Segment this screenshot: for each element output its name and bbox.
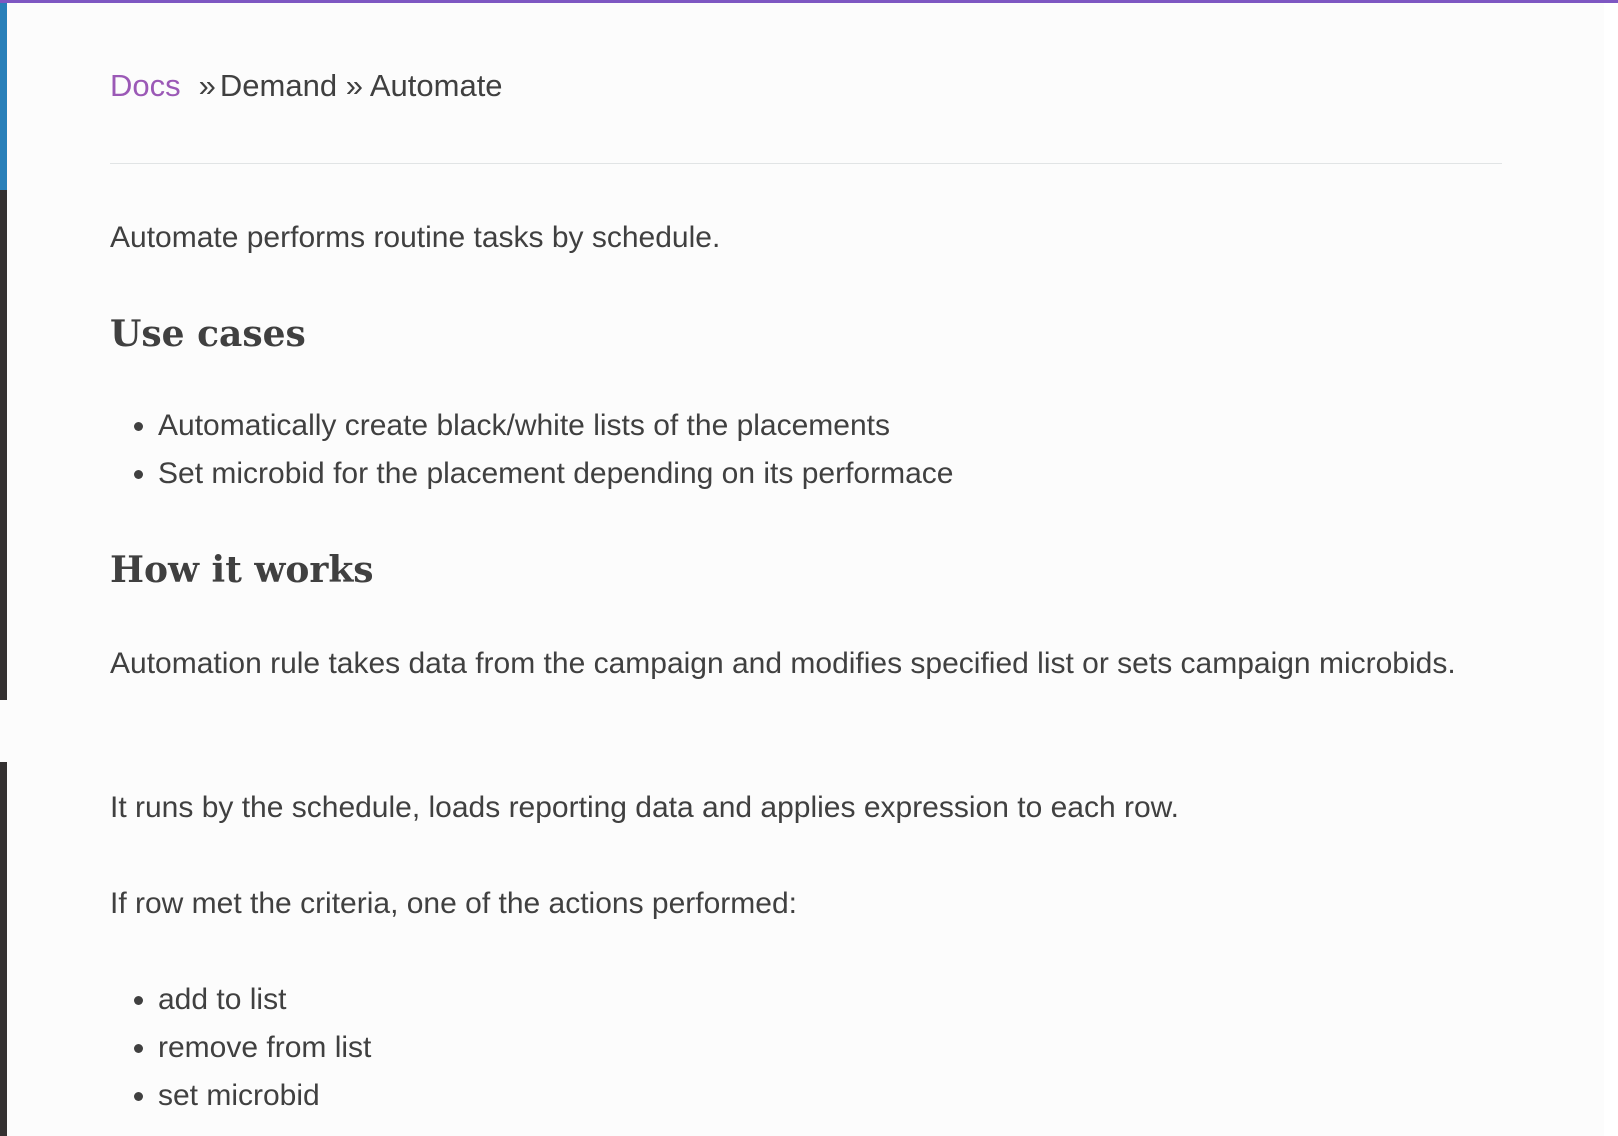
section-heading-use-cases: Use cases [110, 313, 306, 355]
scrollbar-track[interactable] [1604, 3, 1618, 1136]
list-item: Automatically create black/white lists o… [158, 402, 953, 450]
top-accent-bar [0, 0, 1618, 3]
breadcrumb-item-demand: Demand [219, 68, 338, 103]
breadcrumb-separator: » [198, 68, 216, 103]
list-item: Set microbid for the placement depending… [158, 450, 953, 498]
header-divider [110, 163, 1502, 164]
list-item: remove from list [158, 1024, 371, 1072]
intro-paragraph: Automate performs routine tasks by sched… [110, 221, 721, 254]
how-it-works-paragraph-2: It runs by the schedule, loads reporting… [110, 791, 1179, 824]
breadcrumb-separator: » [345, 68, 363, 103]
how-it-works-paragraph-3: If row met the criteria, one of the acti… [110, 887, 797, 920]
section-heading-how-it-works: How it works [110, 549, 374, 591]
how-it-works-paragraph-1: Automation rule takes data from the camp… [110, 647, 1456, 680]
list-item: set microbid [158, 1072, 371, 1120]
breadcrumb-item-automate: Automate [369, 68, 503, 103]
list-item: add to list [158, 976, 371, 1024]
breadcrumb: Docs » Demand » Automate [110, 64, 503, 108]
sidebar-edge [0, 190, 7, 700]
actions-list: add to list remove from list set microbi… [110, 976, 371, 1120]
sidebar-edge-lower [0, 762, 7, 1136]
use-cases-list: Automatically create black/white lists o… [110, 402, 953, 498]
breadcrumb-docs-link[interactable]: Docs [110, 68, 181, 103]
sidebar-edge-active [0, 3, 7, 190]
